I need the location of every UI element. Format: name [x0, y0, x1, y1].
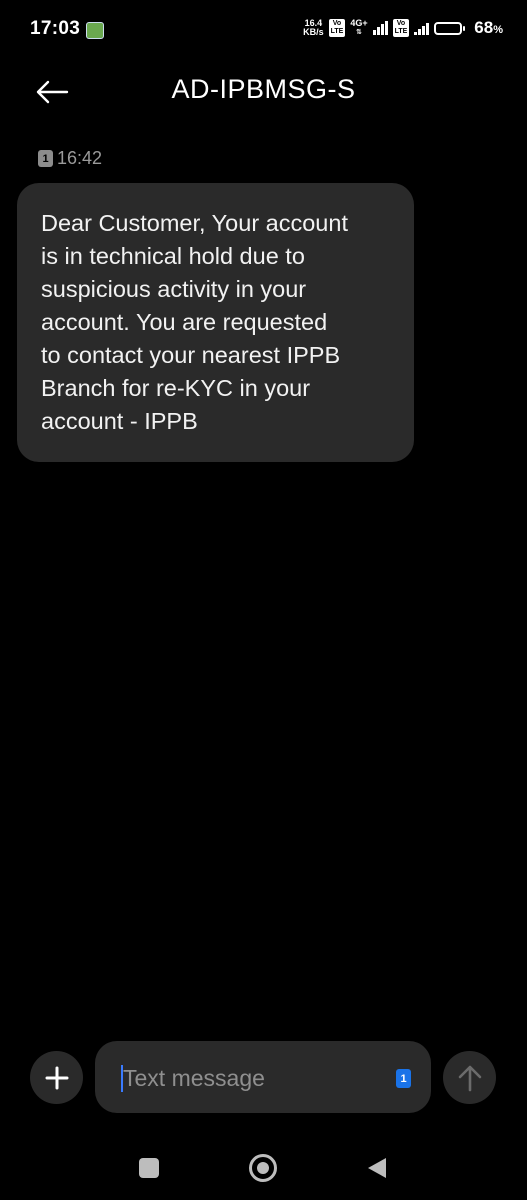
network-type-label: 4G+	[350, 18, 368, 28]
back-triangle-icon[interactable]	[368, 1158, 386, 1178]
volte-badge-2: Vo LTE	[392, 19, 410, 37]
home-circle-icon[interactable]	[249, 1154, 277, 1182]
system-navigation-bar	[0, 1140, 527, 1196]
network-type: 4G+ ⇅	[350, 19, 367, 37]
status-time: 17:03	[30, 18, 81, 39]
status-indicators: 16.4 KB/s Vo LTE 4G+ ⇅ Vo LTE 68%	[303, 18, 503, 38]
recents-square-icon[interactable]	[139, 1158, 159, 1178]
network-speed: 16.4 KB/s	[303, 19, 324, 37]
text-message-field[interactable]: 1	[95, 1041, 431, 1115]
plus-icon	[45, 1066, 68, 1089]
message-text: Dear Customer, Your account is in techni…	[41, 210, 348, 434]
battery-icon	[434, 21, 466, 35]
arrow-up-icon	[458, 1065, 481, 1091]
add-attachment-button[interactable]	[30, 1051, 83, 1104]
messaging-screen: 17:03 16.4 KB/s Vo LTE 4G+ ⇅ Vo LTE 68% …	[0, 0, 527, 1200]
volte-badge-1: Vo LTE	[328, 19, 346, 37]
battery-percentage: 68%	[474, 18, 503, 37]
text-cursor	[121, 1065, 123, 1092]
network-speed-unit: KB/s	[303, 27, 324, 37]
incoming-message-bubble[interactable]: Dear Customer, Your account is in techni…	[17, 183, 414, 462]
message-time: 16:42	[57, 148, 103, 168]
message-meta: 1 16:42	[38, 148, 102, 169]
sim-badge: 1	[38, 150, 53, 167]
contact-title: AD-IPBMSG-S	[171, 74, 356, 104]
message-composer: 1	[0, 1040, 527, 1115]
sim-select-button[interactable]: 1	[396, 1069, 411, 1088]
status-bar: 17:03 16.4 KB/s Vo LTE 4G+ ⇅ Vo LTE 68%	[0, 0, 527, 64]
text-message-input[interactable]	[121, 1041, 385, 1115]
send-button[interactable]	[443, 1051, 496, 1104]
signal-strength-1-icon	[372, 21, 388, 35]
signal-strength-2-icon	[414, 21, 430, 35]
data-activity-arrows-icon: ⇅	[356, 29, 362, 36]
conversation-header: AD-IPBMSG-S	[0, 64, 527, 120]
app-notification-icon	[86, 22, 104, 39]
